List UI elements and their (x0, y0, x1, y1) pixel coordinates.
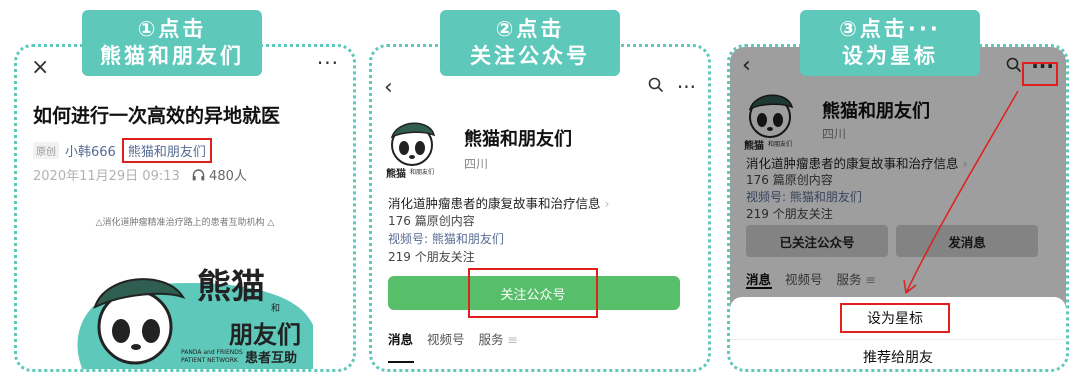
tab-service-label: 服务 (478, 332, 504, 347)
headphones-icon (192, 169, 209, 184)
step-2-line2: 关注公众号 (470, 44, 590, 68)
article-date: 2020年11月29日 09:13 (33, 169, 180, 184)
account-link[interactable]: 熊猫和朋友们 (121, 138, 212, 163)
step-3-line1: ③点击··· (839, 17, 941, 41)
chevron-right-icon: › (604, 196, 610, 211)
step-1-line1: ①点击 (137, 17, 207, 41)
author-link[interactable]: 小韩666 (65, 141, 116, 160)
account-description[interactable]: 消化道肿瘤患者的康复故事和治疗信息 › (388, 193, 610, 212)
article-panel: × ··· 如何进行一次高效的异地就医 原创 小韩666 熊猫和朋友们 2020… (14, 44, 356, 372)
article-date-row: 2020年11月29日 09:13 480人 (33, 165, 247, 184)
tab-video[interactable]: 视频号 (427, 329, 465, 348)
account-avatar[interactable]: 熊猫 和朋友们 (384, 115, 450, 181)
tab-underline (388, 361, 414, 363)
logo-en-line2: PATIENT NETWORK (181, 357, 238, 364)
profile-panel: ‹ ··· 熊猫 和朋友们 熊猫和朋友们 四川 消化道肿瘤患者的康复故事和治疗信… (369, 44, 711, 372)
logo-friends-text: 朋友们 (229, 321, 301, 349)
step-2-banner: ②点击 关注公众号 (440, 10, 620, 76)
profile-tabs: 消息 视频号 服务 ≡ (388, 329, 518, 348)
avatar-small-text: 和朋友们 (410, 169, 435, 176)
original-count: 176 篇原创内容 (388, 214, 475, 228)
step-1-banner: ①点击 熊猫和朋友们 (82, 10, 262, 76)
video-channel-link[interactable]: 视频号: 熊猫和朋友们 (388, 230, 504, 247)
article-caption: △消化道肿瘤精准治疗路上的患者互助机构 △ (95, 218, 275, 228)
search-icon[interactable] (648, 77, 664, 98)
account-description-text: 消化道肿瘤患者的康复故事和治疗信息 (388, 196, 601, 211)
original-tag: 原创 (33, 142, 59, 159)
more-icon[interactable]: ··· (677, 75, 696, 99)
step-3-line2: 设为星标 (842, 44, 938, 68)
article-meta: 原创 小韩666 熊猫和朋友们 (33, 138, 212, 163)
profile-sheet-panel: ‹ ··· 熊猫 和朋友们 熊猫和朋友们 四川 消化道肿瘤患者的康复故事和治疗信… (727, 44, 1069, 372)
back-icon[interactable]: ‹ (384, 75, 393, 100)
account-region: 四川 (464, 157, 489, 171)
logo-big-text: 熊猫 (197, 267, 265, 307)
close-icon[interactable]: × (31, 55, 49, 80)
panda-logo: 熊猫 和 朋友们 PANDA and FRIENDS PATIENT NETWO… (65, 245, 315, 369)
logo-and-text: 和 (271, 304, 281, 314)
tab-messages[interactable]: 消息 (388, 329, 413, 348)
logo-en-line1: PANDA and FRIENDS (181, 349, 243, 356)
follow-button[interactable]: 关注公众号 (388, 268, 680, 318)
menu-icon: ≡ (507, 332, 519, 347)
article-title: 如何进行一次高效的异地就医 (33, 105, 281, 127)
arrow-annotation (903, 90, 1019, 294)
tab-service[interactable]: 服务 ≡ (479, 329, 518, 348)
logo-mutual-text: 患者互助 (245, 351, 298, 366)
follow-button-label: 关注公众号 (468, 268, 598, 318)
friends-following: 219 个朋友关注 (388, 250, 475, 264)
step-1-line2: 熊猫和朋友们 (100, 44, 244, 68)
account-name: 熊猫和朋友们 (464, 129, 572, 150)
step-3-banner: ③点击··· 设为星标 (800, 10, 980, 76)
avatar-text: 熊猫 (386, 169, 406, 180)
listen-count: 480人 (209, 169, 247, 184)
step-2-line1: ②点击 (495, 17, 565, 41)
more-icon[interactable]: ··· (317, 51, 339, 75)
